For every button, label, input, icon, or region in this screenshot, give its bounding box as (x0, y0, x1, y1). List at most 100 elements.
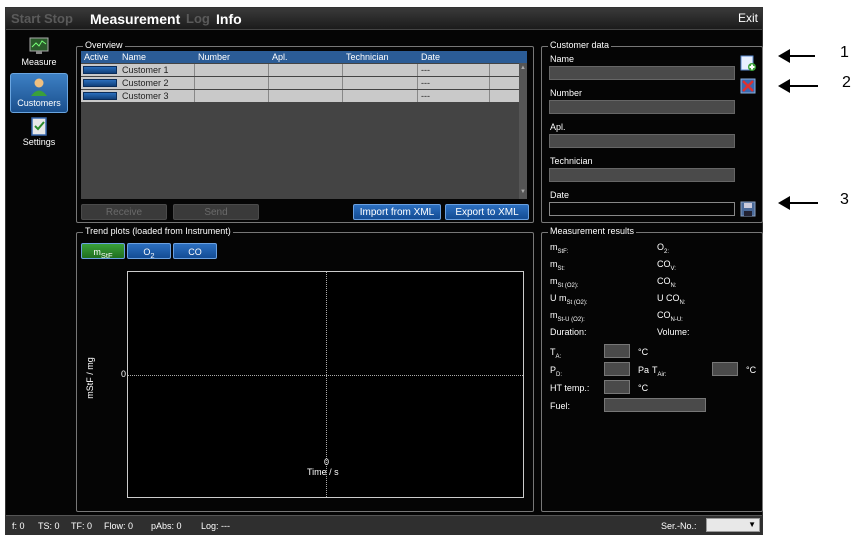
sidebar: Measure Customers Settings (6, 31, 72, 511)
column-header-active[interactable]: Active (81, 51, 119, 63)
label-main: CO (657, 310, 671, 320)
column-header-number[interactable]: Number (195, 51, 269, 63)
customer-data-title: Customer data (548, 40, 612, 50)
label-sub: St-U (O2): (557, 316, 585, 323)
row-apl (269, 77, 343, 89)
row-apl (269, 90, 343, 102)
measurement-results-panel: Measurement results mStF: mSt: mSt (O2):… (541, 226, 763, 512)
status-f: f: 0 (12, 521, 25, 531)
number-label: Number (550, 88, 583, 98)
column-header-technician[interactable]: Technician (343, 51, 418, 63)
active-toggle[interactable] (83, 92, 117, 100)
import-xml-button[interactable]: Import from XML (353, 204, 441, 220)
label-sub: Air: (657, 371, 667, 378)
row-number (195, 77, 269, 89)
y-axis-label: mStF / mg (84, 357, 95, 399)
serial-number-select[interactable]: ▼ (706, 518, 760, 532)
column-header-apl[interactable]: Apl. (269, 51, 343, 63)
row-name: Customer 1 (119, 64, 195, 76)
sidebar-item-measure[interactable]: Measure (10, 33, 68, 73)
user-icon (31, 78, 47, 96)
annotation-2: 2 (842, 74, 851, 91)
status-tf: TF: 0 (71, 521, 93, 531)
number-field[interactable] (549, 100, 735, 114)
label-main: m (550, 310, 558, 320)
exit-button[interactable]: Exit (738, 11, 758, 25)
result-label-mst-o2: mSt (O2): (550, 276, 579, 289)
clipboard-check-icon (31, 117, 47, 136)
label-sub: N: (679, 299, 686, 306)
scroll-down-icon[interactable]: ▼ (520, 189, 526, 197)
sidebar-item-customers[interactable]: Customers (10, 73, 68, 113)
tab-o2[interactable]: O2 (127, 243, 171, 260)
label-main: U m (550, 293, 567, 303)
status-flow: Flow: 0 (104, 521, 134, 531)
column-header-name[interactable]: Name (119, 51, 195, 63)
table-scrollbar[interactable]: ▲ ▼ (519, 63, 527, 199)
result-label-mst: mSt: (550, 259, 565, 272)
results-title: Measurement results (548, 226, 637, 236)
technician-field[interactable] (549, 168, 735, 182)
result-label-o2: O2: (657, 242, 669, 255)
ht-temp-field[interactable] (604, 380, 630, 394)
label-main: m (550, 242, 558, 252)
table-row[interactable]: Customer 1 --- (81, 64, 519, 76)
tair-label: TAir: (652, 365, 667, 378)
menu-stop[interactable]: Stop (44, 11, 73, 26)
row-date: --- (418, 77, 490, 89)
chevron-down-icon: ▼ (748, 520, 756, 529)
ht-temp-label: HT temp.: (550, 383, 590, 393)
row-date: --- (418, 64, 490, 76)
apl-label: Apl. (550, 122, 566, 132)
annotation-arrow-2 (778, 79, 818, 93)
row-technician (343, 64, 418, 76)
row-apl (269, 64, 343, 76)
add-customer-icon[interactable] (740, 55, 756, 71)
table-row[interactable]: Customer 2 --- (81, 77, 519, 89)
overview-title: Overview (83, 40, 125, 50)
row-technician (343, 77, 418, 89)
ht-temp-unit: °C (638, 383, 649, 393)
menu-log[interactable]: Log (186, 11, 210, 26)
active-toggle[interactable] (83, 79, 117, 87)
column-header-date[interactable]: Date (418, 51, 527, 63)
label-main: U CO (657, 293, 680, 303)
menu-info[interactable]: Info (216, 11, 242, 27)
ta-unit: °C (638, 347, 649, 357)
date-field[interactable] (549, 202, 735, 216)
apl-field[interactable] (549, 134, 735, 148)
tair-field[interactable] (712, 362, 738, 376)
table-row[interactable]: Customer 3 --- (81, 90, 519, 102)
label-sub: N: (670, 282, 677, 289)
result-label-u-con: U CON: (657, 293, 686, 306)
row-date: --- (418, 90, 490, 102)
menu-start[interactable]: Start (11, 11, 41, 26)
pd-field[interactable] (604, 362, 630, 376)
send-button[interactable]: Send (173, 204, 259, 220)
row-technician (343, 90, 418, 102)
y-tick-label: 0 (121, 369, 127, 379)
annotation-arrow-3 (778, 196, 818, 210)
tab-label-sub: 2 (150, 250, 155, 260)
name-field[interactable] (549, 66, 735, 80)
sidebar-item-settings[interactable]: Settings (10, 113, 68, 153)
fuel-field[interactable] (604, 398, 706, 412)
tair-unit: °C (746, 365, 757, 375)
result-label-con-u: CON-U: (657, 310, 683, 323)
ta-field[interactable] (604, 344, 630, 358)
receive-button[interactable]: Receive (81, 204, 167, 220)
delete-customer-icon[interactable] (740, 78, 756, 94)
tab-label: m (93, 247, 101, 257)
menu-measurement[interactable]: Measurement (90, 11, 180, 27)
scroll-up-icon[interactable]: ▲ (520, 65, 526, 73)
active-toggle[interactable] (83, 66, 117, 74)
tab-label: CO (188, 247, 202, 257)
save-icon[interactable] (740, 201, 756, 217)
label-main: m (550, 276, 558, 286)
tab-co[interactable]: CO (173, 243, 217, 259)
export-xml-button[interactable]: Export to XML (445, 204, 529, 220)
tab-mstf[interactable]: mStF (81, 243, 125, 260)
x-tick-label: 0 (324, 457, 330, 467)
result-label-mst-u-o2: mSt-U (O2): (550, 310, 585, 323)
label-sub: St (O2): (557, 282, 579, 289)
